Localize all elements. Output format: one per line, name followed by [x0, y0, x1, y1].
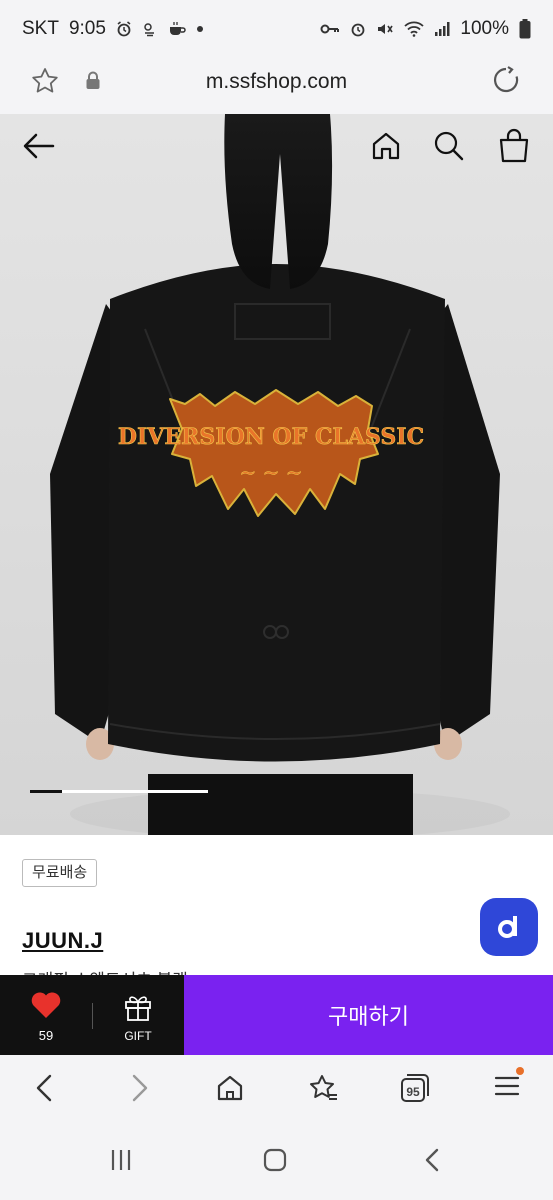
carousel-indicator-fill	[30, 790, 63, 793]
menu-icon[interactable]	[494, 1067, 524, 1104]
back-icon[interactable]	[32, 1073, 58, 1108]
search-icon[interactable]	[433, 130, 465, 167]
purchase-bar-left: 59 GIFT	[0, 975, 184, 1055]
browser-toolbar: 95	[0, 1055, 553, 1125]
back-button-icon[interactable]	[420, 1147, 446, 1178]
key-icon	[320, 22, 340, 36]
like-button[interactable]: 59	[24, 991, 68, 1043]
system-navigation	[0, 1125, 553, 1200]
home-button-icon[interactable]	[262, 1147, 288, 1178]
home-icon[interactable]	[215, 1073, 245, 1108]
wifi-icon	[404, 21, 425, 37]
gift-icon	[125, 996, 151, 1021]
back-arrow-icon[interactable]	[22, 132, 56, 165]
reload-icon[interactable]	[490, 64, 522, 101]
heart-icon	[31, 992, 61, 1018]
battery-icon	[519, 19, 531, 39]
tabs-count: 95	[406, 1085, 420, 1099]
carousel-indicator	[30, 790, 208, 793]
url-bar: m.ssfshop.com	[0, 58, 553, 114]
status-left: SKT 9:05	[22, 18, 204, 40]
purchase-bar: 59 GIFT 구매하기	[0, 975, 553, 1055]
d-logo-icon	[498, 916, 517, 938]
graphic-text: DIVERSION OF CLASSIC	[118, 424, 424, 450]
like-count: 59	[38, 1028, 54, 1043]
tabs-icon[interactable]: 95	[400, 1073, 430, 1103]
gift-button[interactable]: GIFT	[116, 993, 160, 1043]
signal-icon	[434, 21, 450, 37]
alarm-icon	[116, 21, 132, 37]
coffee-icon	[168, 21, 186, 37]
dot-icon	[196, 25, 204, 33]
carrier: SKT	[22, 18, 59, 39]
divider	[92, 1003, 93, 1029]
mute-icon	[376, 21, 394, 37]
gift-label: GIFT	[124, 1029, 152, 1043]
shopping-bag-icon[interactable]	[497, 128, 531, 169]
status-bar: SKT 9:05 100%	[0, 0, 553, 58]
hero-nav	[0, 128, 553, 172]
weather-icon	[142, 21, 158, 37]
battery-percent: 100%	[460, 18, 509, 39]
home-icon[interactable]	[370, 130, 402, 167]
svg-text:~ ~ ~: ~ ~ ~	[240, 460, 303, 484]
status-right: 100%	[320, 18, 531, 40]
product-image-carousel[interactable]: DIVERSION OF CLASSIC ~ ~ ~	[0, 114, 553, 835]
clock: 9:05	[68, 18, 106, 39]
recents-icon[interactable]	[108, 1147, 134, 1178]
bookmarks-icon[interactable]	[307, 1073, 339, 1108]
url-text[interactable]: m.ssfshop.com	[0, 70, 553, 94]
menu-badge	[516, 1067, 524, 1075]
alarm-icon	[350, 21, 366, 37]
buy-button[interactable]: 구매하기	[184, 975, 553, 1055]
chat-fab-button[interactable]	[480, 898, 538, 956]
free-shipping-tag: 무료배송	[22, 859, 98, 887]
brand-link[interactable]: JUUN.J	[22, 928, 103, 954]
product-photo: DIVERSION OF CLASSIC ~ ~ ~	[0, 114, 553, 835]
forward-icon[interactable]	[126, 1073, 152, 1108]
